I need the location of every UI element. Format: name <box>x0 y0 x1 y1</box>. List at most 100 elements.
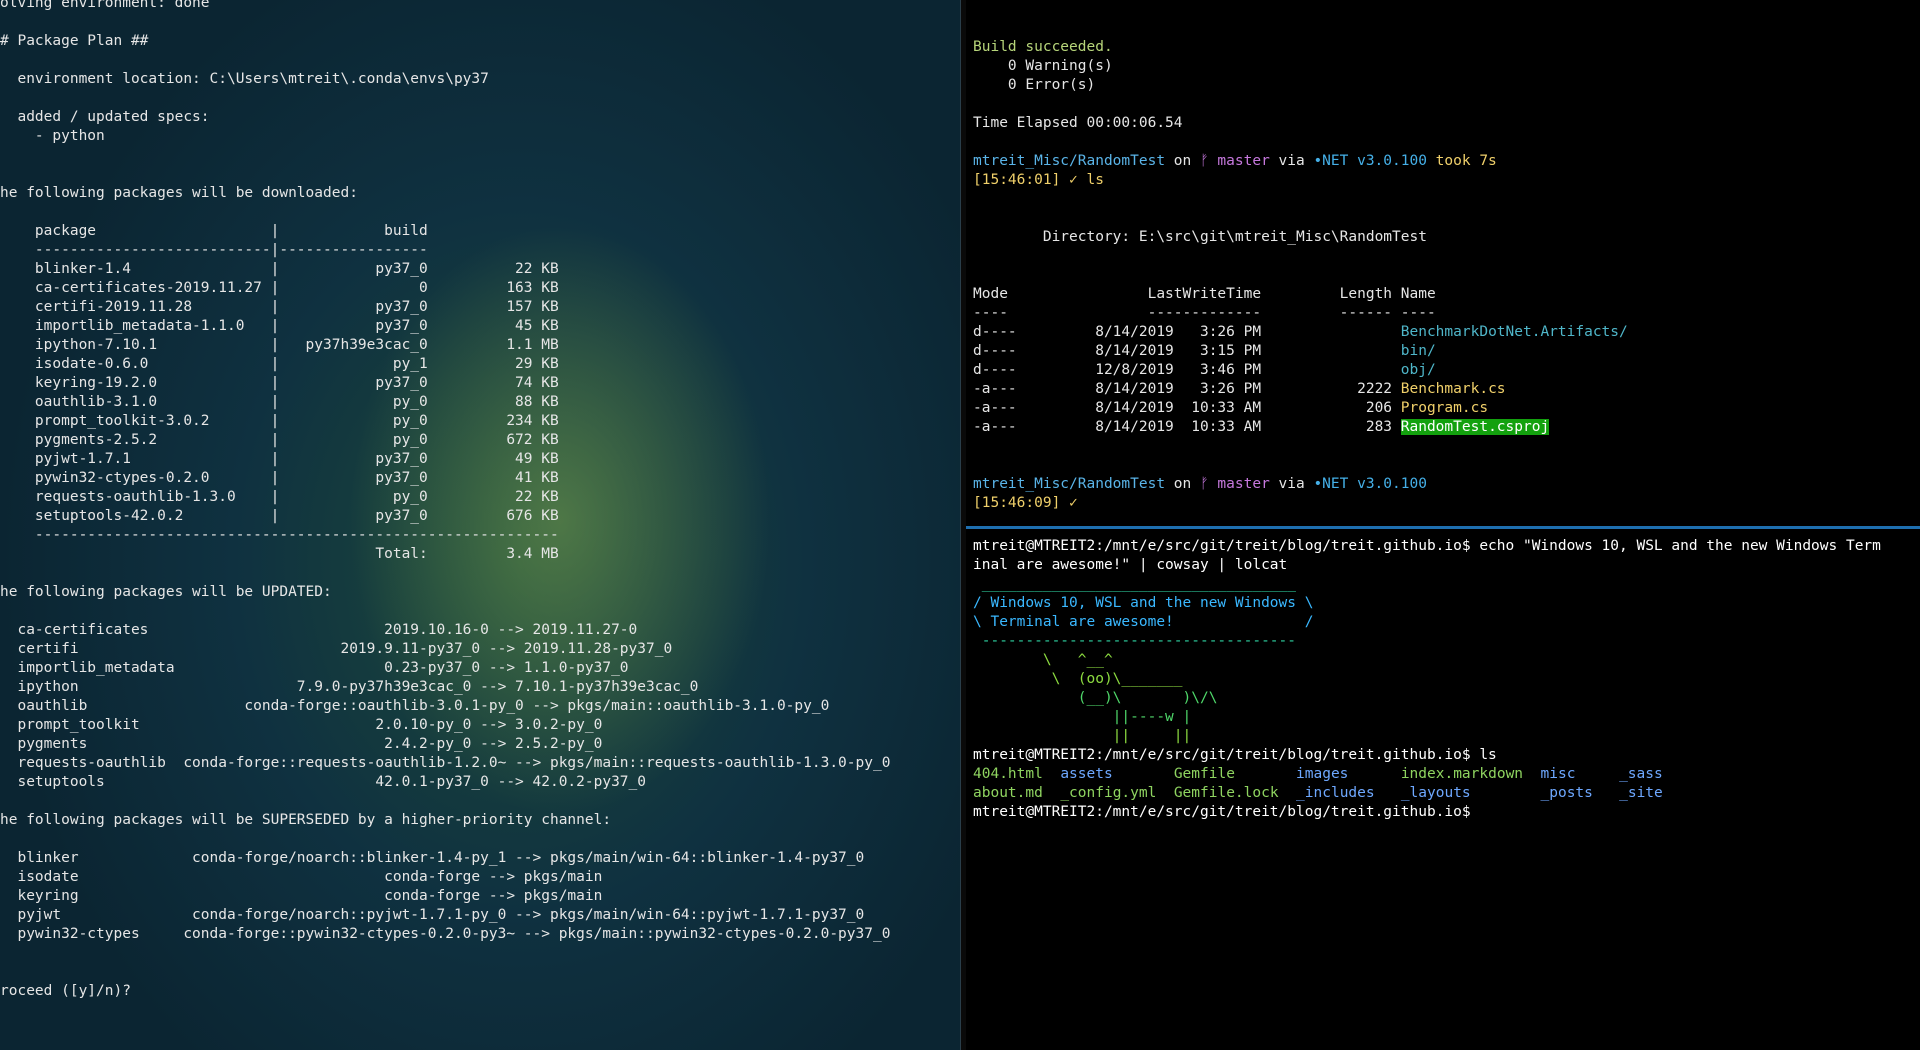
prompt-line-2: mtreit_Misc/RandomTest on ᚠ master via •… <box>973 476 1427 492</box>
directory-heading: Directory: E:\src\git\mtreit_Misc\Random… <box>973 229 1427 245</box>
conda-output-line <box>0 944 890 963</box>
conda-output-line <box>0 146 890 165</box>
ls-entry[interactable]: 404.html <box>973 766 1043 782</box>
conda-output-line: oauthlib-3.1.0 | py_0 88 KB <box>0 394 559 410</box>
listing-name[interactable]: Benchmark.cs <box>1401 381 1506 397</box>
conda-output-line: pywin32-ctypes-0.2.0 | py37_0 41 KB <box>0 470 559 486</box>
took-duration: took 7s <box>1426 153 1497 169</box>
command-ls: [15:46:01] ✓ ls <box>973 172 1104 188</box>
time-elapsed: Time Elapsed 00:00:06.54 <box>973 115 1183 131</box>
conda-output-line: he following packages will be downloaded… <box>0 185 358 201</box>
conda-output-line: blinker conda-forge/noarch::blinker-1.4-… <box>0 850 865 866</box>
conda-output-line: importlib_metadata 0.23-py37_0 --> 1.1.0… <box>0 660 629 676</box>
listing-row: -a--- 8/14/2019 10:33 AM 283 RandomTest.… <box>973 418 1628 437</box>
conda-output-line: # Package Plan ## <box>0 33 149 49</box>
ls-entry[interactable]: index.markdown <box>1401 766 1523 782</box>
cowsay-line: ____________________________________ <box>973 576 1297 592</box>
listing-header-rule: ---- ------------- ------ ---- <box>973 305 1436 321</box>
prompt-line: mtreit_Misc/RandomTest on ᚠ master via •… <box>973 153 1497 169</box>
listing-row: d---- 8/14/2019 3:26 PM BenchmarkDotNet.… <box>973 323 1628 342</box>
conda-output-line <box>0 830 890 849</box>
conda-output-line <box>0 13 890 32</box>
conda-output-line: roceed ([y]/n)? <box>0 983 131 999</box>
wsl-terminal-pane[interactable]: mtreit@MTREIT2:/mnt/e/src/git/treit/blog… <box>966 530 1920 1050</box>
conda-output-line: setuptools-42.0.2 | py37_0 676 KB <box>0 508 559 524</box>
conda-output-line: added / updated specs: <box>0 109 210 125</box>
conda-output-line <box>0 203 890 222</box>
ls-entry[interactable]: _includes <box>1296 785 1375 801</box>
ls-entry[interactable]: images <box>1296 766 1348 782</box>
conda-output-line <box>0 792 890 811</box>
conda-output-line <box>0 165 890 184</box>
ls-entry[interactable]: about.md <box>973 785 1043 801</box>
conda-output-line: keyring conda-forge --> pkgs/main <box>0 888 603 904</box>
ls-entry[interactable]: _site <box>1619 785 1663 801</box>
conda-output-line: ----------------------------------------… <box>0 527 559 543</box>
listing-name[interactable]: bin/ <box>1401 343 1436 359</box>
conda-output-line: pygments 2.4.2-py_0 --> 2.5.2-py_0 <box>0 736 603 752</box>
listing-row: d---- 8/14/2019 3:15 PM bin/ <box>973 342 1628 361</box>
cowsay-line: \ (oo)\_______ <box>973 671 1183 687</box>
listing-meta: -a--- 8/14/2019 10:33 AM 283 <box>973 419 1401 435</box>
conda-output-line: Total: 3.4 MB <box>0 546 559 562</box>
ls-entry[interactable]: _config.yml <box>1060 785 1156 801</box>
conda-output-line: requests-oauthlib-1.3.0 | py_0 22 KB <box>0 489 559 505</box>
conda-output-line <box>0 51 890 70</box>
conda-output-line <box>0 963 890 982</box>
conda-output-line: ---------------------------|------------… <box>0 242 428 258</box>
listing-meta: d---- 8/14/2019 3:26 PM <box>973 324 1401 340</box>
ls-entry[interactable]: assets <box>1060 766 1112 782</box>
listing-name[interactable]: obj/ <box>1401 362 1436 378</box>
ls-entry[interactable]: _posts <box>1541 785 1593 801</box>
conda-output-line: ipython 7.9.0-py37h39e3cac_0 --> 7.10.1-… <box>0 679 699 695</box>
conda-output-line: ipython-7.10.1 | py37h39e3cac_0 1.1 MB <box>0 337 559 353</box>
conda-terminal-pane[interactable]: olving environment: done # Package Plan #… <box>0 0 960 1050</box>
prompt-path: mtreit_Misc/RandomTest <box>973 476 1166 492</box>
ls-entry[interactable]: _layouts <box>1401 785 1471 801</box>
cowsay-line: (__)\ )\/\ <box>973 690 1218 706</box>
conda-output-line: he following packages will be UPDATED: <box>0 584 332 600</box>
conda-output-line: ca-certificates-2019.11.27 | 0 163 KB <box>0 280 559 296</box>
conda-output-line: blinker-1.4 | py37_0 22 KB <box>0 261 559 277</box>
conda-output-line <box>0 564 890 583</box>
cowsay-line: ||----w | <box>973 709 1192 725</box>
listing-row: d---- 12/8/2019 3:46 PM obj/ <box>973 361 1628 380</box>
conda-output-line: he following packages will be SUPERSEDED… <box>0 812 612 828</box>
cowsay-art: ____________________________________ / Wi… <box>973 575 1881 746</box>
conda-output-line: isodate conda-forge --> pkgs/main <box>0 869 603 885</box>
conda-output-line: olving environment: done <box>0 0 210 11</box>
listing-meta: d---- 12/8/2019 3:46 PM <box>973 362 1401 378</box>
cowsay-line: || || <box>973 728 1192 744</box>
prompt-timestamp: [15:46:09] ✓ <box>973 495 1078 511</box>
conda-output-line: keyring-19.2.0 | py37_0 74 KB <box>0 375 559 391</box>
dotnet-version: •NET v3.0.100 <box>1313 476 1427 492</box>
ls-entry[interactable]: _sass <box>1619 766 1663 782</box>
listing-name[interactable]: BenchmarkDotNet.Artifacts/ <box>1401 324 1628 340</box>
git-branch-icon: ᚠ <box>1199 476 1209 492</box>
listing-name[interactable]: Program.cs <box>1401 400 1488 416</box>
listing-meta: d---- 8/14/2019 3:15 PM <box>973 343 1401 359</box>
conda-output-line <box>0 602 890 621</box>
dotnet-terminal-pane[interactable]: Build succeeded. 0 Warning(s) 0 Error(s)… <box>966 0 1920 526</box>
ls-entry[interactable]: misc <box>1541 766 1576 782</box>
listing-name[interactable]: RandomTest.csproj <box>1400 419 1550 435</box>
ls-entry[interactable]: Gemfile <box>1174 766 1235 782</box>
ls-command-line: mtreit@MTREIT2:/mnt/e/src/git/treit/blog… <box>973 747 1497 763</box>
conda-output-line: package | build <box>0 223 428 239</box>
git-branch: master <box>1208 476 1270 492</box>
conda-output: olving environment: done # Package Plan #… <box>0 0 890 1001</box>
listing-row: -a--- 8/14/2019 3:26 PM 2222 Benchmark.c… <box>973 380 1628 399</box>
conda-output-line: environment location: C:\Users\mtreit\.c… <box>0 71 489 87</box>
ls-entry[interactable]: Gemfile.lock <box>1174 785 1279 801</box>
conda-output-line: isodate-0.6.0 | py_1 29 KB <box>0 356 559 372</box>
echo-command-line-cont: inal are awesome!" | cowsay | lolcat <box>973 557 1288 573</box>
final-prompt: mtreit@MTREIT2:/mnt/e/src/git/treit/blog… <box>973 804 1471 820</box>
ls-row-1: 404.html assets Gemfile images index.mar… <box>973 765 1881 784</box>
errors-count: 0 Error(s) <box>973 77 1096 93</box>
conda-output-line: pyjwt-1.7.1 | py37_0 49 KB <box>0 451 559 467</box>
cowsay-line: / Windows 10, WSL and the new Windows \ <box>973 595 1314 611</box>
pane-split-divider[interactable] <box>966 526 1920 529</box>
git-branch: master <box>1208 153 1270 169</box>
directory-listing: d---- 8/14/2019 3:26 PM BenchmarkDotNet.… <box>973 323 1628 437</box>
conda-output-line: pyjwt conda-forge/noarch::pyjwt-1.7.1-py… <box>0 907 865 923</box>
